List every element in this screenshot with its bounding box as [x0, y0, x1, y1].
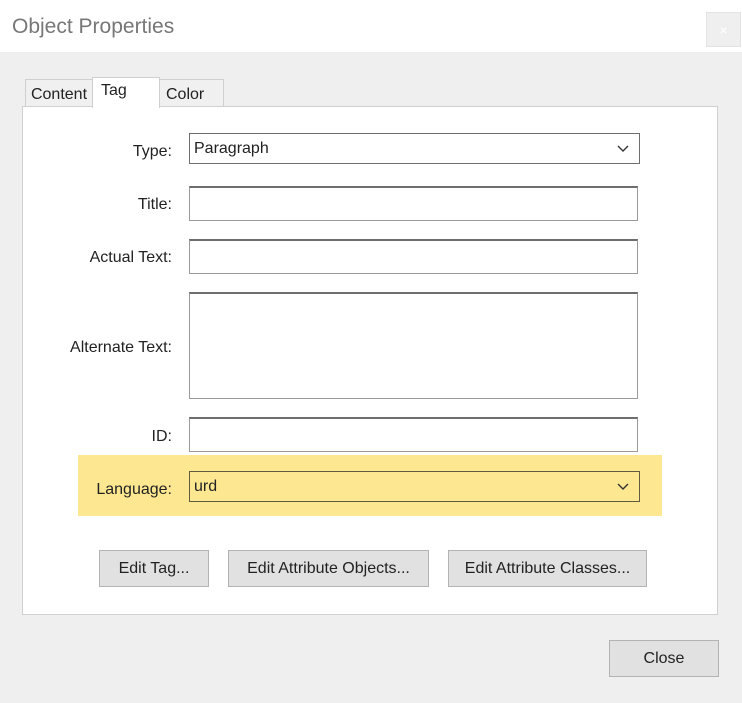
- title-field[interactable]: [189, 186, 638, 221]
- edit-attribute-classes-button[interactable]: Edit Attribute Classes...: [448, 550, 647, 587]
- chevron-down-icon: [617, 483, 629, 490]
- close-button[interactable]: Close: [609, 640, 719, 677]
- chevron-down-icon: [617, 145, 629, 152]
- edit-attribute-objects-button[interactable]: Edit Attribute Objects...: [228, 550, 429, 587]
- edit-tag-button[interactable]: Edit Tag...: [99, 550, 209, 587]
- id-field[interactable]: [189, 417, 638, 452]
- type-select[interactable]: Paragraph: [189, 133, 640, 164]
- close-icon[interactable]: ×: [706, 12, 741, 47]
- title-bar: Object Properties ×: [0, 0, 742, 52]
- alternate-text-label: Alternate Text:: [70, 339, 172, 356]
- actual-text-field[interactable]: [189, 239, 638, 274]
- dialog-title: Object Properties: [12, 15, 175, 38]
- tab-content[interactable]: Content: [25, 79, 93, 107]
- type-label: Type:: [132, 143, 172, 160]
- language-select[interactable]: urd: [189, 471, 640, 502]
- type-value: Paragraph: [194, 140, 269, 157]
- actual-text-label: Actual Text:: [89, 249, 172, 266]
- language-label: Language:: [96, 481, 172, 498]
- alternate-text-field[interactable]: [189, 292, 638, 399]
- tab-color[interactable]: Color: [159, 79, 224, 107]
- title-label: Title:: [137, 196, 172, 213]
- language-value: urd: [194, 478, 218, 495]
- id-label: ID:: [151, 428, 172, 445]
- tab-tag[interactable]: Tag: [92, 77, 160, 108]
